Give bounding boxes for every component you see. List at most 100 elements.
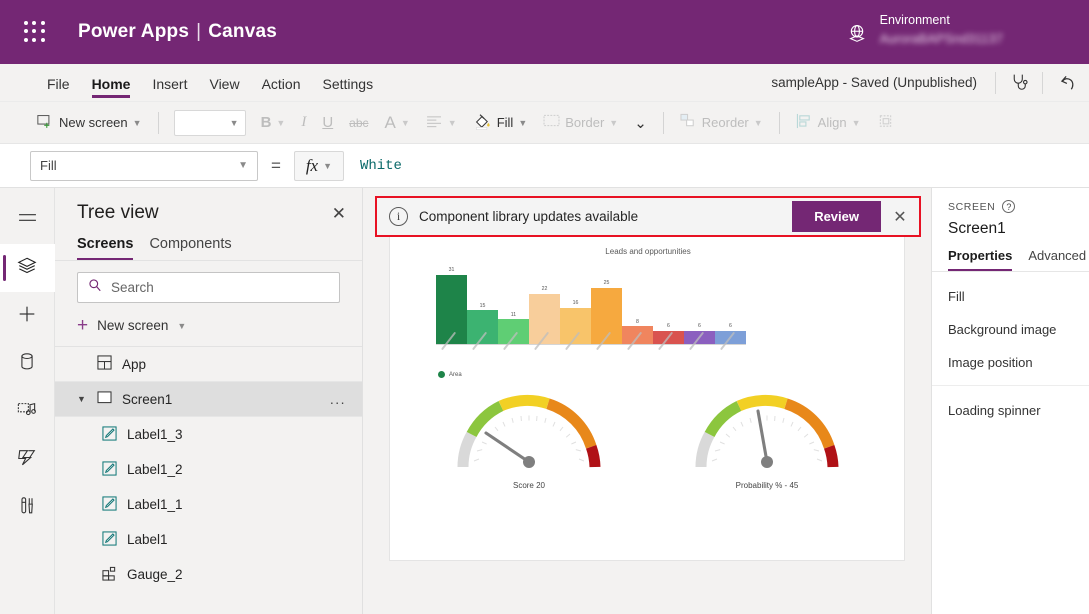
menu-item-view[interactable]: View	[198, 67, 250, 99]
bar-value: 8	[636, 318, 639, 325]
gauge-probability-label: Probability % - 45	[735, 481, 799, 490]
search-input[interactable]	[111, 280, 329, 295]
chart-x-axis-labels	[436, 331, 746, 373]
environment-label: Environment	[879, 13, 950, 27]
close-icon[interactable]: ✕	[881, 198, 919, 235]
bar-column: 6	[684, 267, 715, 344]
power-automate-icon	[16, 447, 38, 473]
menu-item-settings[interactable]: Settings	[312, 67, 385, 99]
tab-advanced[interactable]: Advanced	[1028, 248, 1086, 271]
review-button[interactable]: Review	[792, 201, 881, 232]
property-row-background-image[interactable]: Background image	[932, 313, 1089, 346]
sidebar-item-data[interactable]	[0, 340, 55, 388]
new-screen-button[interactable]: New screen ▼	[30, 110, 149, 136]
environment-name: AuroraBAPSnd31137	[879, 30, 1003, 46]
help-icon[interactable]: ?	[1002, 200, 1016, 213]
sidebar-item-media[interactable]	[0, 388, 55, 436]
search-box[interactable]	[77, 272, 340, 303]
fx-button[interactable]: fx ▼	[293, 150, 344, 181]
sidebar-item-power-automate[interactable]	[0, 436, 55, 484]
environment-switcher[interactable]: Environment AuroraBAPSnd31137	[846, 13, 1003, 50]
property-row-image-position[interactable]: Image position	[932, 346, 1089, 379]
sidebar-item-menu-hamburger[interactable]	[0, 196, 55, 244]
align-objects-icon	[796, 113, 813, 132]
app-checker-stethoscope-icon[interactable]	[996, 64, 1042, 102]
italic-button[interactable]: I	[294, 110, 313, 135]
new-screen-tree-button[interactable]: + New screen ▼	[55, 307, 362, 347]
chart-title: Leads and opportunities	[605, 247, 691, 256]
property-row-fill[interactable]: Fill	[932, 280, 1089, 313]
x-tick	[715, 331, 746, 373]
menu-item-file[interactable]: File	[36, 67, 81, 99]
tree-item-overflow-menu[interactable]: ...	[330, 391, 346, 407]
tab-screens[interactable]: Screens	[77, 236, 134, 260]
undo-icon[interactable]	[1043, 64, 1089, 102]
underline-button[interactable]: U	[315, 110, 340, 135]
gauge-score[interactable]: Score 20	[410, 389, 648, 509]
main-area: Tree view ✕ Screens Components +	[0, 188, 1089, 614]
sidebar-item-variables[interactable]	[0, 484, 55, 532]
sidebar-item-tree-view[interactable]	[0, 244, 55, 292]
bold-label: B	[260, 114, 272, 131]
info-icon: i	[389, 207, 408, 226]
strikethrough-button[interactable]: abc	[342, 112, 375, 134]
chevron-down-icon: ▼	[132, 117, 142, 128]
label-icon	[102, 425, 117, 444]
tree-item-label: Label1_3	[127, 427, 183, 442]
menu-item-home[interactable]: Home	[81, 67, 142, 99]
properties-pane: SCREEN ? Screen1 Properties Advanced Fil…	[931, 188, 1089, 614]
waffle-icon[interactable]	[20, 17, 50, 47]
gauge-probability[interactable]: Probability % - 45	[648, 389, 886, 509]
equals-sign: =	[271, 155, 281, 175]
tree-item-label: Label1_2	[127, 462, 183, 477]
tree-item-label1_2[interactable]: Label1_2	[55, 452, 362, 487]
bar-value: 16	[572, 300, 579, 307]
group-button[interactable]	[870, 109, 901, 136]
layers-icon	[16, 255, 38, 282]
bar-column: 16	[560, 267, 591, 344]
tab-properties[interactable]: Properties	[948, 248, 1013, 271]
tree-list: App ▼ Screen1 ... Label1_3 Label1_2 Labe…	[55, 347, 362, 592]
tree-view-tabs: Screens Components	[55, 234, 362, 261]
tree-item-gauge_2[interactable]: Gauge_2	[55, 557, 362, 592]
properties-kicker-label: SCREEN	[948, 200, 996, 213]
reorder-button[interactable]: Reorder ▼	[673, 109, 770, 136]
app-canvas-screen1[interactable]: Leads and opportunities 31 15 11 22 16 2…	[389, 236, 905, 561]
border-button[interactable]: Border ▼	[536, 110, 625, 135]
property-row-loading-spinner[interactable]: Loading spinner	[932, 394, 1089, 427]
chevron-down-icon[interactable]: ▼	[77, 394, 87, 404]
font-select[interactable]: ▼	[173, 109, 246, 136]
bar-value: 6	[729, 323, 732, 330]
tree-item-label1_3[interactable]: Label1_3	[55, 417, 362, 452]
fill-button[interactable]: Fill ▼	[466, 108, 535, 138]
menu-item-insert[interactable]: Insert	[141, 67, 198, 99]
left-icon-rail	[0, 188, 55, 614]
formula-input[interactable]: White	[354, 158, 402, 174]
ribbon-more-button[interactable]: ⌄	[627, 110, 654, 136]
bar-value: 15	[479, 302, 486, 309]
bar-value: 11	[510, 311, 517, 318]
brand-canvas: Canvas	[208, 21, 278, 42]
close-icon[interactable]: ✕	[332, 205, 346, 222]
bold-button[interactable]: B ▼	[254, 110, 293, 135]
chevron-down-icon: ⌄	[634, 114, 647, 132]
bar-column: 8	[622, 267, 653, 344]
font-color-button[interactable]: A ▼	[378, 109, 417, 137]
divider	[662, 111, 664, 134]
menu-item-action[interactable]: Action	[251, 67, 312, 99]
property-select[interactable]: Fill ▼	[30, 150, 258, 181]
align-text-button[interactable]: ▼	[419, 111, 464, 135]
bar-column: 31	[436, 267, 467, 344]
sidebar-item-insert[interactable]	[0, 292, 55, 340]
tree-item-label1[interactable]: Label1	[55, 522, 362, 557]
chart-leads-and-opportunities[interactable]: Leads and opportunities 31 15 11 22 16 2…	[402, 245, 894, 385]
tab-components[interactable]: Components	[149, 236, 231, 260]
canvas-area: Leads and opportunities 31 15 11 22 16 2…	[363, 188, 931, 614]
tree-view-header: Tree view ✕	[55, 188, 362, 234]
tree-item-label: Label1	[127, 532, 168, 547]
tree-item-app[interactable]: App	[55, 347, 362, 382]
tree-item-screen1[interactable]: ▼ Screen1 ...	[55, 382, 362, 417]
align-button[interactable]: Align ▼	[789, 109, 868, 136]
menu-bar: File Home Insert View Action Settings sa…	[0, 64, 1089, 102]
tree-item-label1_1[interactable]: Label1_1	[55, 487, 362, 522]
